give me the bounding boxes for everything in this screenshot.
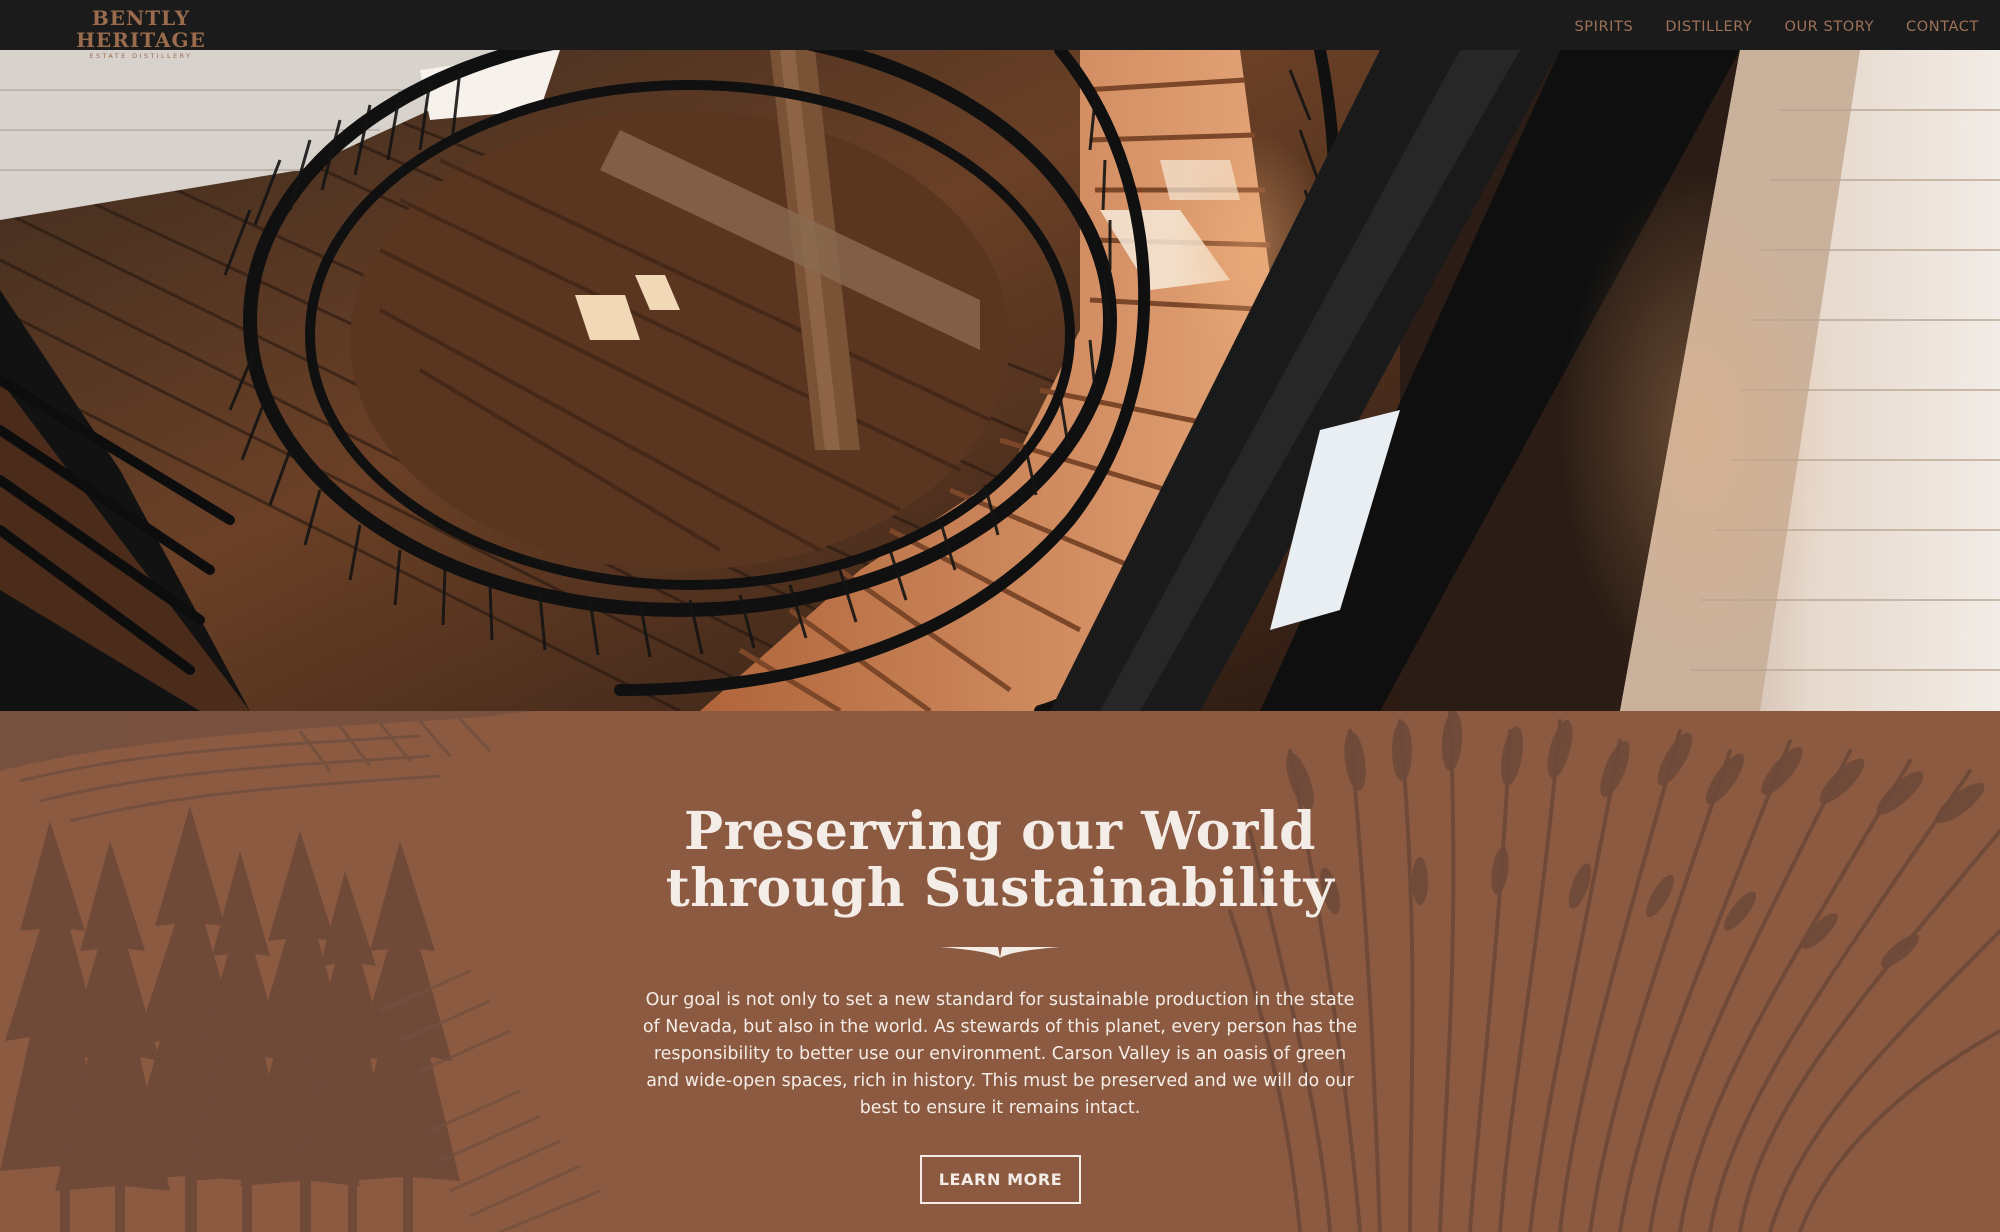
nav-link-spirits[interactable]: SPIRITS [1574, 15, 1633, 35]
section-title-line-1: Preserving our World [684, 801, 1316, 862]
section-body-text: Our goal is not only to set a new standa… [642, 990, 1358, 1118]
top-navbar: BENTLY HERITAGE ESTATE DISTILLERY SPIRIT… [0, 0, 2000, 60]
logo-title: BENTLY HERITAGE [76, 6, 206, 52]
nav-link-contact[interactable]: CONTACT [1906, 15, 1979, 35]
nav-link-our-story[interactable]: OUR STORY [1784, 15, 1874, 35]
main-nav: SPIRITS DISTILLERY OUR STORY CONTACT [1574, 0, 1979, 50]
learn-more-button[interactable]: LEARN MORE [920, 1155, 1081, 1204]
spiral-staircase-photo-icon [0, 50, 2000, 711]
section-title: Preserving our World through Sustainabil… [600, 803, 1400, 917]
ornament-divider-icon [940, 947, 1060, 958]
hero-image [0, 50, 2000, 711]
nav-link-distillery[interactable]: DISTILLERY [1665, 15, 1752, 35]
brand-logo[interactable]: BENTLY HERITAGE ESTATE DISTILLERY [29, 7, 253, 60]
logo-subtitle: ESTATE DISTILLERY [89, 52, 193, 60]
forest-illustration-icon [0, 711, 2000, 1232]
sustainability-section: Preserving our World through Sustainabil… [0, 711, 2000, 1232]
section-title-line-2: through Sustainability [665, 858, 1335, 919]
